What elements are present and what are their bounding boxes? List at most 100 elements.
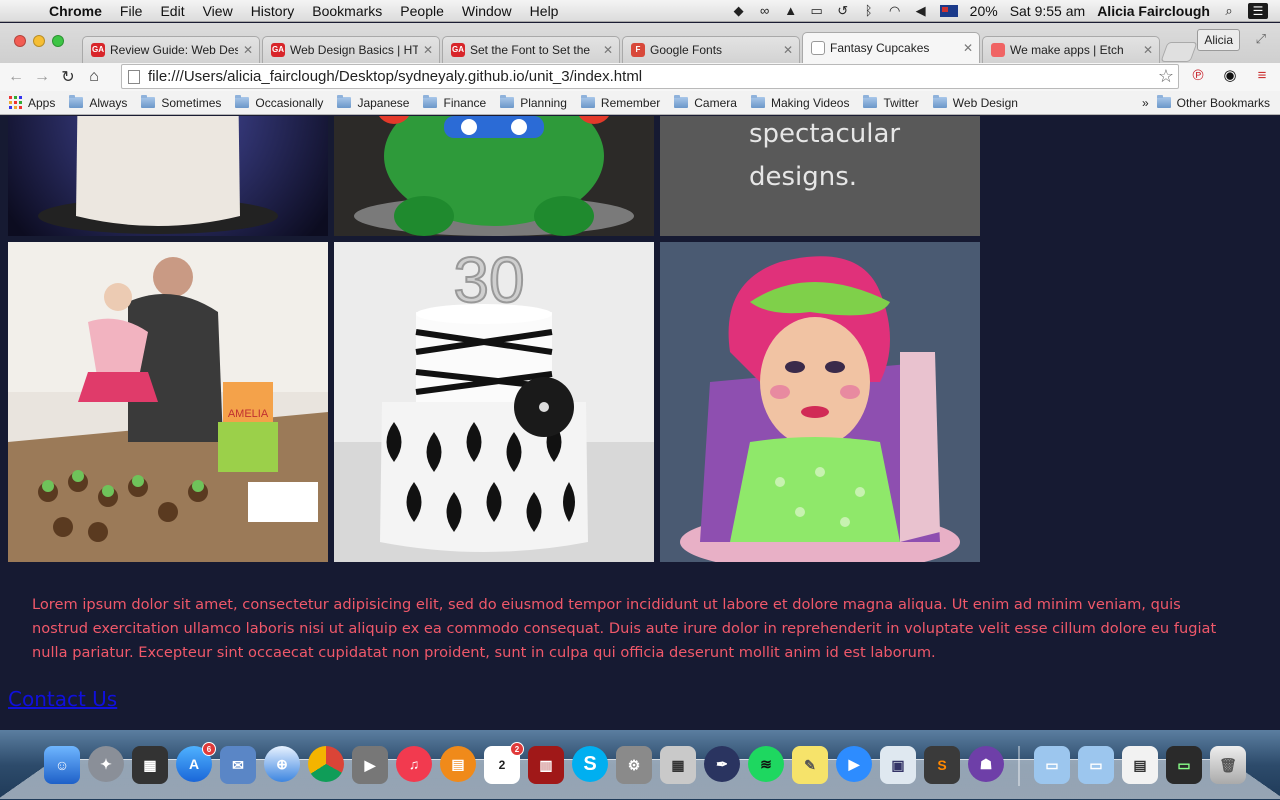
back-arrow-icon[interactable]: ←: [6, 68, 26, 86]
bookmark-folder[interactable]: Twitter: [863, 95, 919, 110]
notification-center-icon[interactable]: ☰: [1248, 2, 1268, 19]
browser-tab[interactable]: GA Web Design Basics | HTM ✕: [262, 36, 440, 63]
forward-arrow-icon[interactable]: →: [32, 68, 52, 86]
description-paragraph: Lorem ipsum dolor sit amet, consectetur …: [32, 596, 1217, 661]
menu-app-name[interactable]: Chrome: [40, 3, 111, 19]
itunes-icon[interactable]: ♫: [396, 746, 432, 782]
dropbox-icon[interactable]: ◆: [732, 3, 746, 18]
folder-icon: [580, 95, 595, 108]
mail-icon[interactable]: ✉: [220, 746, 256, 784]
window-close-button[interactable]: [14, 35, 26, 47]
time-machine-icon[interactable]: ↺: [836, 3, 850, 18]
applications-folder-icon[interactable]: ▭: [1034, 746, 1070, 784]
menu-edit[interactable]: Edit: [151, 3, 193, 19]
safari-icon[interactable]: ⊕: [264, 746, 300, 782]
bookmark-folder-label: Finance: [443, 95, 487, 110]
photo-booth-icon[interactable]: ▥: [528, 746, 564, 784]
finder-icon[interactable]: ☺: [44, 746, 80, 784]
tab-close-icon[interactable]: ✕: [423, 43, 433, 57]
bookmark-folder[interactable]: Planning: [500, 95, 567, 110]
menu-window[interactable]: Window: [453, 3, 521, 19]
bookmark-folder[interactable]: Camera: [674, 95, 737, 110]
bookmark-folder[interactable]: Occasionally: [235, 95, 323, 110]
tab-close-icon[interactable]: ✕: [243, 43, 253, 57]
wifi-icon[interactable]: ◠: [888, 3, 902, 18]
window-zoom-button[interactable]: [52, 35, 64, 47]
pinterest-icon[interactable]: ℗: [1188, 66, 1208, 86]
tab-close-icon[interactable]: ✕: [963, 41, 973, 55]
documents-folder-icon[interactable]: ▭: [1078, 746, 1114, 784]
airplay-icon[interactable]: ▭: [810, 3, 824, 18]
chrome-menu-icon[interactable]: ≡: [1252, 66, 1272, 86]
volume-icon[interactable]: ◀: [914, 3, 928, 18]
menu-view[interactable]: View: [194, 3, 242, 19]
window-minimize-button[interactable]: [33, 35, 45, 47]
spotlight-search-icon[interactable]: ⌕: [1222, 3, 1236, 18]
stickies-icon[interactable]: ✎: [792, 746, 828, 784]
tab-title: Google Fonts: [650, 43, 723, 57]
input-source-flag-icon[interactable]: [939, 4, 958, 17]
menubar-clock[interactable]: Sat 9:55 am: [1010, 3, 1086, 19]
browser-tab[interactable]: GA Set the Font to Set the ✕: [442, 36, 620, 63]
tab-close-icon[interactable]: ✕: [783, 43, 793, 57]
launchpad-icon[interactable]: ✦: [88, 746, 124, 782]
calculator-icon[interactable]: ▦: [660, 746, 696, 784]
bluetooth-icon[interactable]: ᛒ: [862, 3, 876, 18]
bookmark-folder[interactable]: Japanese: [337, 95, 410, 110]
creative-cloud-icon[interactable]: ∞: [758, 3, 772, 18]
battery-percent[interactable]: 20%: [970, 3, 998, 19]
bookmark-folder-label: Japanese: [357, 95, 410, 110]
bookmark-folder[interactable]: Finance: [423, 95, 487, 110]
menu-people[interactable]: People: [391, 3, 453, 19]
menu-file[interactable]: File: [111, 3, 152, 19]
bookmark-apps[interactable]: Apps: [9, 96, 55, 110]
skype-icon[interactable]: S: [572, 746, 608, 782]
bookmark-folder[interactable]: Sometimes: [141, 95, 221, 110]
google-drive-icon[interactable]: ▲: [784, 3, 798, 18]
reload-icon[interactable]: ↻: [58, 67, 78, 87]
tab-close-icon[interactable]: ✕: [603, 43, 613, 57]
mission-control-icon[interactable]: ▦: [132, 746, 168, 784]
bookmark-folder[interactable]: Remember: [580, 95, 660, 110]
bookmark-star-icon[interactable]: ☆: [1158, 66, 1174, 87]
address-url[interactable]: file:///Users/alicia_fairclough/Desktop/…: [148, 68, 642, 85]
bookmark-folder[interactable]: Always: [69, 95, 127, 110]
menu-help[interactable]: Help: [521, 3, 568, 19]
zoom-icon[interactable]: ▶: [836, 746, 872, 782]
calendar-icon[interactable]: 22: [484, 742, 524, 784]
bookmark-folder[interactable]: Making Videos: [750, 95, 849, 110]
browser-tab[interactable]: F Google Fonts ✕: [622, 36, 800, 63]
github-icon[interactable]: ☗: [968, 746, 1004, 782]
bookmark-folder[interactable]: Web Design: [932, 95, 1018, 110]
tab-close-icon[interactable]: ✕: [1143, 43, 1153, 57]
chrome-icon[interactable]: [308, 746, 344, 782]
browser-tab[interactable]: Fantasy Cupcakes ✕: [802, 32, 980, 63]
bookmarks-overflow-chevron[interactable]: »: [1142, 96, 1149, 110]
terminal-icon[interactable]: ▭: [1166, 746, 1202, 784]
bookmark-other[interactable]: Other Bookmarks: [1156, 95, 1270, 110]
system-preferences-icon[interactable]: ⚙: [616, 746, 652, 784]
pixelmator-icon[interactable]: ✒: [704, 746, 740, 782]
trash-icon[interactable]: 🗑: [1210, 746, 1246, 784]
fullscreen-icon[interactable]: ⤢: [1256, 31, 1266, 47]
profile-button[interactable]: Alicia: [1197, 29, 1240, 51]
home-icon[interactable]: ⌂: [84, 68, 104, 86]
menu-bookmarks[interactable]: Bookmarks: [303, 3, 391, 19]
spotify-icon[interactable]: ≋: [748, 746, 784, 782]
preview-icon[interactable]: ▣: [880, 746, 916, 784]
address-bar[interactable]: file:///Users/alicia_fairclough/Desktop/…: [121, 64, 1179, 89]
ibooks-icon[interactable]: ▤: [440, 746, 476, 782]
contact-us-link[interactable]: Contact Us: [8, 687, 117, 711]
browser-tab[interactable]: We make apps | Etch ✕: [982, 36, 1160, 63]
browser-tab[interactable]: GA Review Guide: Web Desi ✕: [82, 36, 260, 63]
facetime-icon[interactable]: ▶: [352, 746, 388, 784]
folder-icon: [674, 95, 689, 108]
menu-history[interactable]: History: [242, 3, 304, 19]
sublime-text-icon[interactable]: S: [924, 746, 960, 784]
evernote-owl-icon[interactable]: ◉: [1220, 66, 1240, 86]
browser-tab-strip: GA Review Guide: Web Desi ✕ GA Web Design Ba…: [0, 23, 1280, 63]
user-account-name[interactable]: Alicia Fairclough: [1097, 3, 1210, 19]
app-store-icon[interactable]: A6: [176, 742, 216, 782]
new-tab-button[interactable]: [1160, 42, 1198, 62]
downloads-stack-icon[interactable]: ▤: [1122, 746, 1158, 784]
